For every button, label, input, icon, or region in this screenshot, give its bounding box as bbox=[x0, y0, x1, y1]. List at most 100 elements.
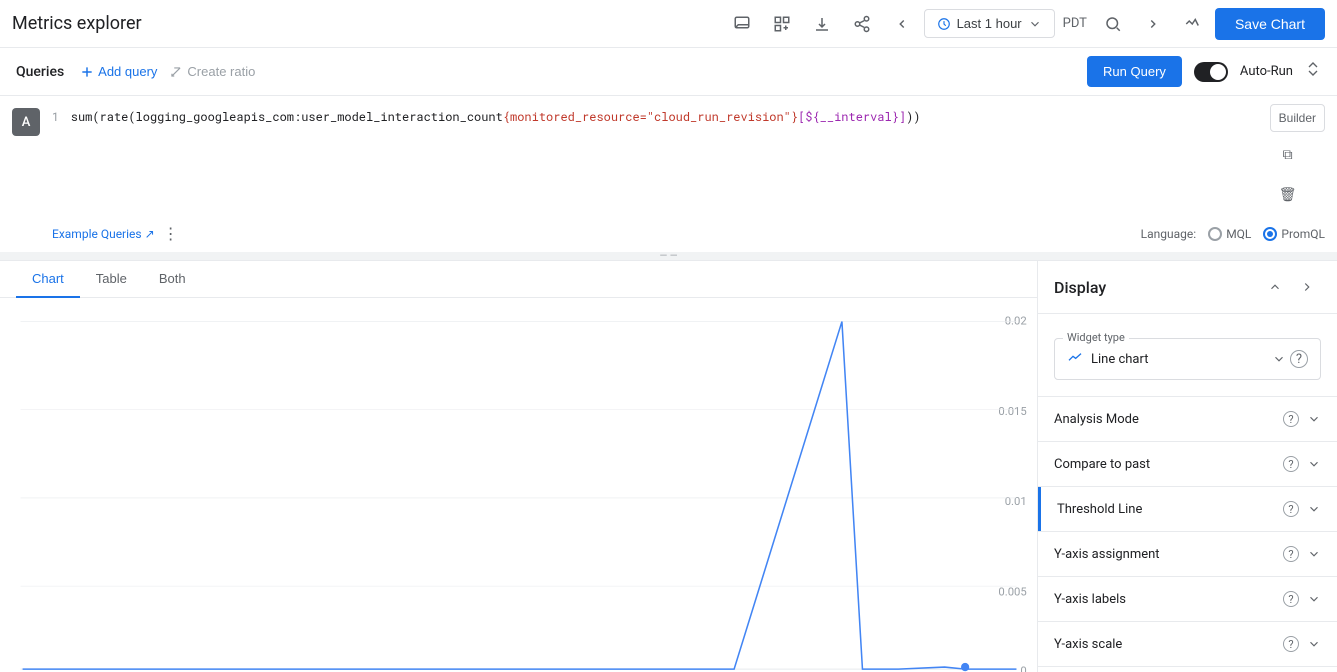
query-footer: Example Queries ↗ ⋮ Language: MQL PromQL bbox=[0, 220, 1337, 252]
widget-type-value: Line chart bbox=[1091, 352, 1272, 367]
y-axis-scale-label: Y-axis scale bbox=[1054, 637, 1283, 652]
main-content: Chart Table Both 0.02 0.015 0.01 0.005 0 bbox=[0, 261, 1337, 672]
collapse-queries-button[interactable] bbox=[1305, 61, 1321, 82]
compare-to-past-section[interactable]: Compare to past ? bbox=[1038, 442, 1337, 487]
analysis-mode-help-icon[interactable]: ? bbox=[1283, 411, 1299, 427]
queries-label: Queries bbox=[16, 64, 64, 80]
tab-table[interactable]: Table bbox=[80, 261, 143, 298]
threshold-line-label: Threshold Line bbox=[1057, 502, 1283, 517]
back-icon-button[interactable] bbox=[884, 6, 920, 42]
example-queries-label: Example Queries ↗ bbox=[52, 227, 155, 241]
y-axis-assignment-section[interactable]: Y-axis assignment ? bbox=[1038, 532, 1337, 577]
query-letter: A bbox=[12, 108, 40, 136]
threshold-line-help-icon[interactable]: ? bbox=[1283, 501, 1299, 517]
mql-radio-circle bbox=[1208, 227, 1222, 241]
app-header: Metrics explorer Last 1 hour PDT bbox=[0, 0, 1337, 48]
builder-button[interactable]: Builder bbox=[1270, 104, 1325, 132]
y-axis-labels-label: Y-axis labels bbox=[1054, 592, 1283, 607]
widget-type-select[interactable]: Widget type Line chart ? bbox=[1054, 338, 1321, 380]
create-ratio-button[interactable]: Create ratio bbox=[169, 64, 255, 79]
add-query-button[interactable]: Add query bbox=[80, 64, 157, 79]
drag-handle[interactable]: — — bbox=[0, 252, 1337, 260]
analysis-mode-section[interactable]: Analysis Mode ? bbox=[1038, 397, 1337, 442]
y-label-01: 0.01 bbox=[1005, 494, 1027, 508]
widget-type-dropdown-arrow bbox=[1272, 352, 1286, 366]
auto-run-toggle[interactable] bbox=[1194, 62, 1228, 82]
y-axis-assignment-help-icon[interactable]: ? bbox=[1283, 546, 1299, 562]
threshold-line-row: Threshold Line ? bbox=[1038, 487, 1337, 532]
forward-icon-button[interactable] bbox=[1135, 6, 1171, 42]
mql-radio[interactable]: MQL bbox=[1208, 227, 1251, 241]
promql-radio[interactable]: PromQL bbox=[1263, 227, 1325, 241]
drag-dots: — — bbox=[659, 251, 677, 262]
y-axis-labels-expand-icon bbox=[1307, 592, 1321, 606]
promql-radio-circle bbox=[1263, 227, 1277, 241]
auto-run-label: Auto-Run bbox=[1240, 64, 1293, 79]
search-icon-button[interactable] bbox=[1095, 6, 1131, 42]
time-range-button[interactable]: Last 1 hour bbox=[924, 9, 1055, 38]
threshold-line-section[interactable]: Threshold Line ? bbox=[1041, 487, 1337, 531]
compare-to-past-expand-icon bbox=[1307, 457, 1321, 471]
chart-svg: 0.02 0.015 0.01 0.005 0 UTC-7 10:30 AM 1… bbox=[0, 306, 1037, 672]
header-actions: Last 1 hour PDT Save Chart bbox=[724, 6, 1325, 42]
promql-label: PromQL bbox=[1281, 227, 1325, 241]
analysis-mode-expand-icon bbox=[1307, 412, 1321, 426]
y-label-max: 0.02 bbox=[1005, 314, 1027, 328]
y-label-005: 0.005 bbox=[998, 584, 1026, 598]
app-title: Metrics explorer bbox=[12, 13, 724, 34]
compare-to-past-label: Compare to past bbox=[1054, 457, 1283, 472]
display-title: Display bbox=[1054, 278, 1261, 297]
create-ratio-label: Create ratio bbox=[187, 64, 255, 79]
y-axis-labels-help-icon[interactable]: ? bbox=[1283, 591, 1299, 607]
tab-both[interactable]: Both bbox=[143, 261, 202, 298]
message-icon-button[interactable] bbox=[724, 6, 760, 42]
display-actions bbox=[1261, 273, 1321, 301]
queries-bar: Queries Add query Create ratio Run Query… bbox=[0, 48, 1337, 96]
y-axis-labels-section[interactable]: Y-axis labels ? bbox=[1038, 577, 1337, 622]
copy-query-button[interactable]: ⧉ bbox=[1270, 136, 1306, 172]
promql-radio-dot bbox=[1267, 231, 1273, 237]
y-label-015: 0.015 bbox=[998, 404, 1026, 418]
widget-type-label: Widget type bbox=[1063, 331, 1129, 344]
compare-to-past-help-icon[interactable]: ? bbox=[1283, 456, 1299, 472]
widget-type-section: Widget type Line chart ? bbox=[1038, 314, 1337, 397]
chart-line bbox=[23, 322, 1017, 670]
chart-tabs: Chart Table Both bbox=[0, 261, 1037, 298]
save-chart-button[interactable]: Save Chart bbox=[1215, 8, 1325, 40]
add-dashboard-icon-button[interactable] bbox=[764, 6, 800, 42]
chart-area: Chart Table Both 0.02 0.015 0.01 0.005 0 bbox=[0, 261, 1037, 672]
mql-label: MQL bbox=[1226, 227, 1251, 241]
y-label-0: 0 bbox=[1020, 663, 1026, 672]
y-axis-assignment-label: Y-axis assignment bbox=[1054, 547, 1283, 562]
queries-right: Run Query Auto-Run bbox=[1087, 56, 1321, 87]
display-expand-right-button[interactable] bbox=[1293, 273, 1321, 301]
timezone-label: PDT bbox=[1059, 16, 1091, 31]
delete-query-button[interactable]: 🗑 bbox=[1270, 176, 1306, 212]
language-section: Language: MQL PromQL bbox=[1141, 227, 1325, 241]
y-axis-scale-expand-icon bbox=[1307, 637, 1321, 651]
chart-data-point bbox=[961, 663, 969, 671]
time-range-label: Last 1 hour bbox=[957, 16, 1022, 31]
y-axis-scale-help-icon[interactable]: ? bbox=[1283, 636, 1299, 652]
add-query-label: Add query bbox=[98, 64, 157, 79]
display-header: Display bbox=[1038, 261, 1337, 314]
query-line-number: 1 bbox=[52, 104, 59, 124]
run-query-button[interactable]: Run Query bbox=[1087, 56, 1182, 87]
language-label: Language: bbox=[1141, 227, 1197, 241]
share-icon-button[interactable] bbox=[844, 6, 880, 42]
y-axis-scale-section[interactable]: Y-axis scale ? bbox=[1038, 622, 1337, 667]
builder-label: Builder bbox=[1279, 111, 1316, 125]
line-chart-icon bbox=[1067, 349, 1083, 369]
chart-container: 0.02 0.015 0.01 0.005 0 UTC-7 10:30 AM 1… bbox=[0, 298, 1037, 672]
download-icon-button[interactable] bbox=[804, 6, 840, 42]
display-panel: Display Widget type Line chart bbox=[1037, 261, 1337, 672]
tab-chart[interactable]: Chart bbox=[16, 261, 80, 298]
query-code-editor[interactable]: sum(rate(logging_googleapis_com:user_mod… bbox=[71, 104, 1262, 131]
analysis-mode-label: Analysis Mode bbox=[1054, 412, 1283, 427]
widget-type-help-icon[interactable]: ? bbox=[1290, 350, 1308, 368]
metrics-icon-button[interactable] bbox=[1175, 6, 1211, 42]
more-options-button[interactable]: ⋮ bbox=[163, 224, 179, 244]
display-collapse-up-button[interactable] bbox=[1261, 273, 1289, 301]
example-queries-link[interactable]: Example Queries ↗ bbox=[52, 227, 155, 241]
threshold-line-expand-icon bbox=[1307, 502, 1321, 516]
